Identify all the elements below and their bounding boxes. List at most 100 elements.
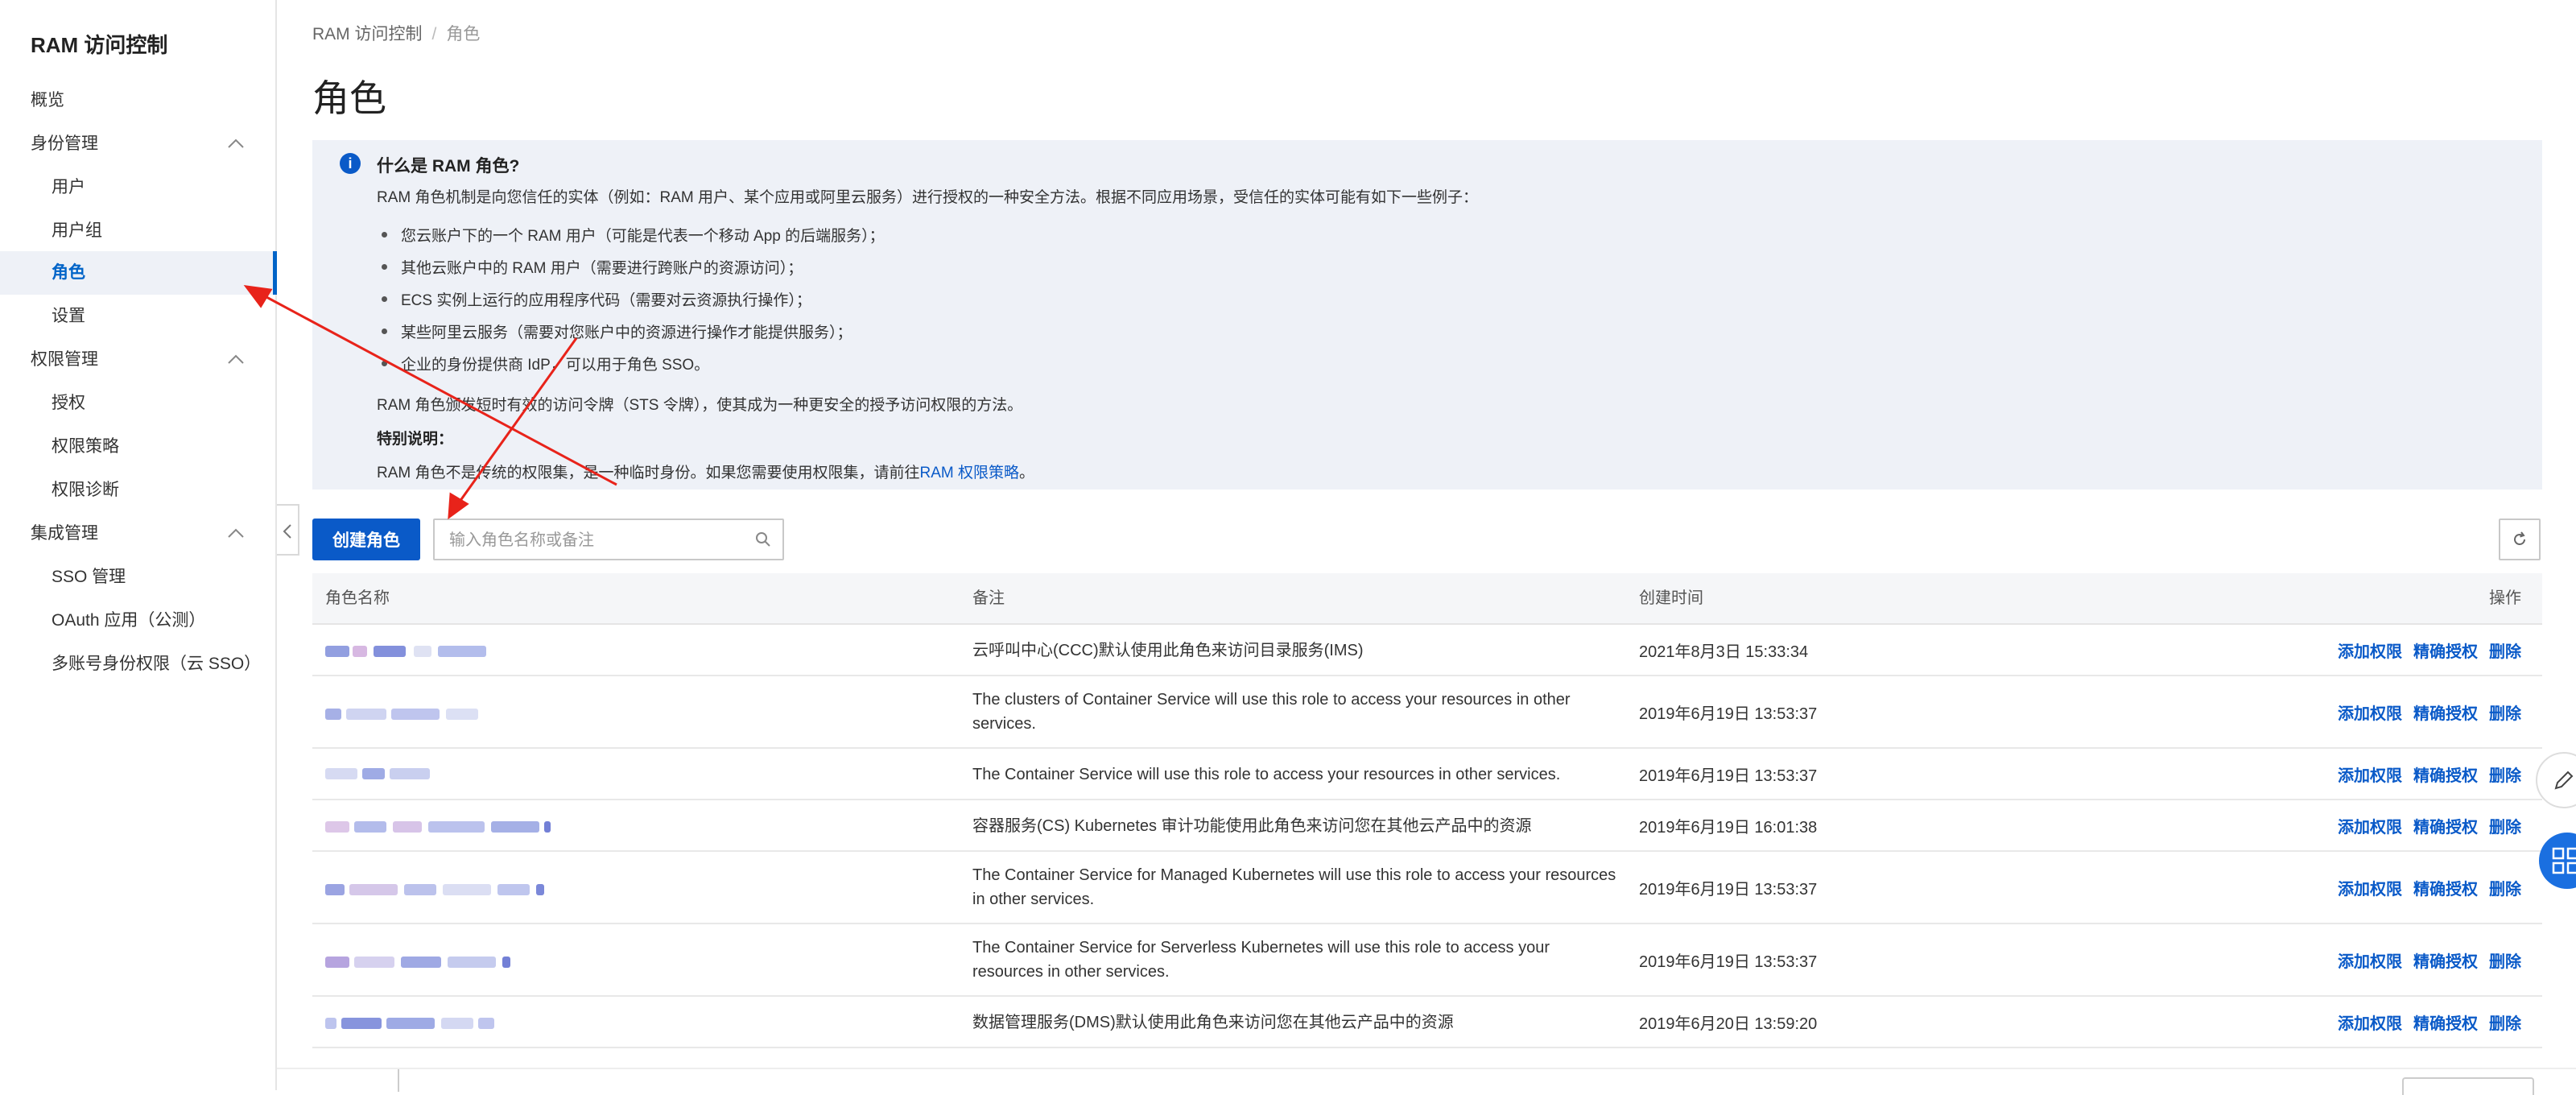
role-created-time: 2019年6月19日 13:53:37	[1639, 881, 1818, 899]
delete-link[interactable]: 删除	[2489, 705, 2521, 723]
precise-grant-link[interactable]: 精确授权	[2413, 643, 2478, 661]
sidebar-title: RAM 访问控制	[31, 33, 168, 57]
table-row: The Container Service for Managed Kubern…	[312, 852, 2542, 924]
sidebar-item-diagnosis[interactable]: 权限诊断	[0, 469, 277, 512]
precise-grant-link[interactable]: 精确授权	[2413, 881, 2478, 899]
bottom-tab[interactable]	[2402, 1077, 2534, 1095]
role-note: The Container Service for Managed Kubern…	[972, 866, 1616, 908]
add-permission-link[interactable]: 添加权限	[2338, 643, 2402, 661]
role-created-time: 2019年6月19日 16:01:38	[1639, 819, 1818, 837]
delete-link[interactable]: 删除	[2489, 881, 2521, 899]
row-actions: 添加权限 精确授权 删除	[2326, 762, 2521, 786]
sidebar-collapse-button[interactable]	[277, 504, 299, 556]
sidebar-item-label: 用户	[52, 178, 85, 196]
role-created-time: 2019年6月20日 13:59:20	[1639, 1015, 1818, 1033]
roles-table: 角色名称 备注 创建时间 操作 云呼叫中心(CCC)默认使用此角色来访问目录服务…	[312, 573, 2542, 1048]
sidebar-item-settings[interactable]: 设置	[0, 295, 277, 338]
add-permission-link[interactable]: 添加权限	[2338, 881, 2402, 899]
sidebar-item-cloud-sso[interactable]: 多账号身份权限（云 SSO）	[0, 643, 277, 686]
precise-grant-link[interactable]: 精确授权	[2413, 953, 2478, 971]
ram-policy-link[interactable]: RAM 权限策略	[920, 465, 1020, 481]
info-special-label: 特别说明：	[377, 431, 454, 448]
sidebar-group-identity[interactable]: 身份管理	[0, 122, 277, 166]
add-permission-link[interactable]: 添加权限	[2338, 953, 2402, 971]
sidebar: RAM 访问控制 概览 身份管理 用户 用户组 角色 设置 权限管理 授权 权限…	[0, 0, 277, 1090]
page-title: 角色	[312, 77, 386, 119]
info-special-end: 。	[1019, 465, 1035, 481]
breadcrumb-current: 角色	[446, 25, 481, 43]
add-permission-link[interactable]: 添加权限	[2338, 1015, 2402, 1033]
grid-icon	[2552, 847, 2576, 874]
sidebar-item-label: OAuth 应用（公测）	[52, 611, 206, 630]
info-bullet: 您云账户下的一个 RAM 用户（可能是代表一个移动 App 的后端服务）；	[377, 224, 885, 246]
sidebar-item-grants[interactable]: 授权	[0, 382, 277, 425]
table-row: 云呼叫中心(CCC)默认使用此角色来访问目录服务(IMS) 2021年8月3日 …	[312, 625, 2542, 676]
role-search-input[interactable]	[448, 520, 749, 560]
delete-link[interactable]: 删除	[2489, 767, 2521, 785]
table-row: The clusters of Container Service will u…	[312, 676, 2542, 749]
column-header-actions: 操作	[2489, 589, 2521, 607]
sidebar-item-label: 授权	[52, 394, 85, 412]
sidebar-group-integration[interactable]: 集成管理	[0, 512, 277, 556]
delete-link[interactable]: 删除	[2489, 953, 2521, 971]
role-created-time: 2019年6月19日 13:53:37	[1639, 767, 1818, 785]
precise-grant-link[interactable]: 精确授权	[2413, 705, 2478, 723]
info-special-line: RAM 角色不是传统的权限集，是一种临时身份。如果您需要使用权限集，请前往RAM…	[377, 461, 1034, 482]
breadcrumb-separator: /	[431, 25, 437, 43]
column-header-name: 角色名称	[325, 589, 390, 607]
add-permission-link[interactable]: 添加权限	[2338, 819, 2402, 837]
info-special-text: RAM 角色不是传统的权限集，是一种临时身份。如果您需要使用权限集，请前往	[377, 465, 920, 481]
pencil-icon	[2554, 771, 2574, 790]
chevron-up-icon	[224, 122, 248, 166]
delete-link[interactable]: 删除	[2489, 643, 2521, 661]
row-actions: 添加权限 精确授权 删除	[2326, 1010, 2521, 1034]
search-icon[interactable]	[755, 531, 771, 548]
sidebar-item-oauth[interactable]: OAuth 应用（公测）	[0, 599, 277, 643]
row-actions: 添加权限 精确授权 删除	[2326, 700, 2521, 724]
table-row: 容器服务(CS) Kubernetes 审计功能使用此角色来访问您在其他云产品中…	[312, 800, 2542, 852]
chevron-up-icon	[224, 512, 248, 556]
sidebar-item-user-groups[interactable]: 用户组	[0, 209, 277, 253]
delete-link[interactable]: 删除	[2489, 819, 2521, 837]
sidebar-item-label: 权限管理	[31, 350, 98, 369]
role-created-time: 2019年6月19日 13:53:37	[1639, 705, 1818, 723]
sidebar-item-users[interactable]: 用户	[0, 166, 277, 209]
role-search	[433, 519, 784, 560]
row-actions: 添加权限 精确授权 删除	[2326, 638, 2521, 662]
create-role-button[interactable]: 创建角色	[312, 519, 420, 560]
info-icon: i	[340, 153, 361, 174]
sidebar-item-label: 概览	[31, 91, 64, 110]
info-bullet: ECS 实例上运行的应用程序代码（需要对云资源执行操作）；	[377, 288, 811, 310]
role-created-time: 2021年8月3日 15:33:34	[1639, 643, 1809, 661]
sidebar-item-label: 用户组	[52, 221, 102, 240]
role-note: 数据管理服务(DMS)默认使用此角色来访问您在其他云产品中的资源	[972, 1014, 1454, 1031]
add-permission-link[interactable]: 添加权限	[2338, 767, 2402, 785]
add-permission-link[interactable]: 添加权限	[2338, 705, 2402, 723]
breadcrumb-root[interactable]: RAM 访问控制	[312, 25, 423, 43]
table-row: 数据管理服务(DMS)默认使用此角色来访问您在其他云产品中的资源 2019年6月…	[312, 997, 2542, 1048]
sidebar-item-roles[interactable]: 角色	[0, 251, 277, 295]
chevron-up-icon	[224, 338, 248, 382]
precise-grant-link[interactable]: 精确授权	[2413, 819, 2478, 837]
info-bullet: 企业的身份提供商 IdP，可以用于角色 SSO。	[377, 353, 709, 374]
sidebar-group-permissions[interactable]: 权限管理	[0, 338, 277, 382]
role-created-time: 2019年6月19日 13:53:37	[1639, 953, 1818, 971]
precise-grant-link[interactable]: 精确授权	[2413, 767, 2478, 785]
sidebar-item-label: 角色	[52, 263, 85, 282]
info-title: 什么是 RAM 角色?	[377, 157, 520, 176]
delete-link[interactable]: 删除	[2489, 1015, 2521, 1033]
breadcrumb: RAM 访问控制 / 角色	[312, 21, 480, 45]
info-sts-line: RAM 角色颁发短时有效的访问令牌（STS 令牌），使其成为一种更安全的授予访问…	[377, 397, 1023, 414]
sidebar-item-sso[interactable]: SSO 管理	[0, 556, 277, 599]
table-row: The Container Service for Serverless Kub…	[312, 924, 2542, 997]
main-content: RAM 访问控制 / 角色 角色 i 什么是 RAM 角色? RAM 角色机制是向您…	[303, 0, 2557, 1090]
precise-grant-link[interactable]: 精确授权	[2413, 1015, 2478, 1033]
sidebar-item-policies[interactable]: 权限策略	[0, 425, 277, 469]
refresh-button[interactable]	[2499, 519, 2541, 560]
info-intro: RAM 角色机制是向您信任的实体（例如：RAM 用户、某个应用或阿里云服务）进行…	[377, 189, 1479, 206]
sidebar-item-label: 设置	[52, 307, 85, 325]
info-bullet: 某些阿里云服务（需要对您账户中的资源进行操作才能提供服务）；	[377, 320, 852, 342]
column-header-created: 创建时间	[1639, 589, 1703, 607]
sidebar-item-overview[interactable]: 概览	[0, 79, 277, 122]
role-note: 云呼叫中心(CCC)默认使用此角色来访问目录服务(IMS)	[972, 642, 1364, 659]
